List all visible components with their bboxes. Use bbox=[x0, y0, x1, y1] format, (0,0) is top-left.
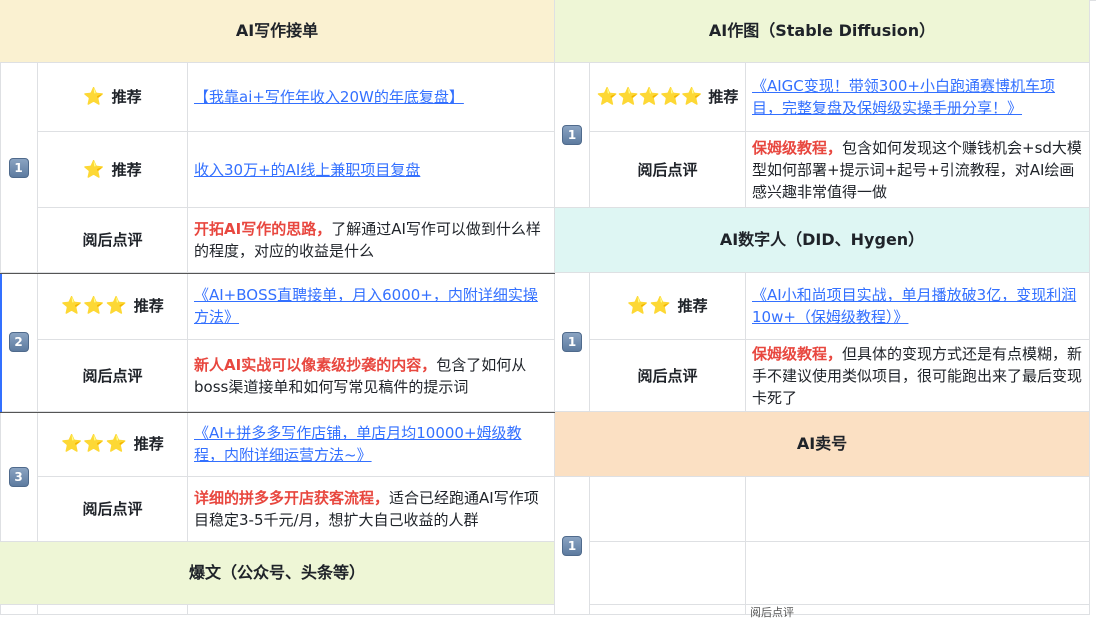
star-rating-icon: ⭐⭐⭐⭐⭐ bbox=[596, 87, 703, 107]
section-title: 爆文（公众号、头条等） bbox=[188, 563, 365, 582]
group-index-cell[interactable]: 3 bbox=[0, 412, 38, 542]
article-cell[interactable]: 《AIGC变现！带领300+小白跑通赛博机车项目，完整复盘及保姆级实操手册分享！… bbox=[746, 63, 1090, 132]
recommend-label: 推荐 bbox=[677, 297, 708, 315]
review-highlight: 开拓AI写作的思路， bbox=[194, 220, 332, 238]
group-index-cell[interactable]: 1 bbox=[0, 63, 38, 273]
empty-cell[interactable] bbox=[746, 605, 1090, 615]
recommend-cell[interactable]: ⭐ 推荐 bbox=[38, 63, 188, 132]
article-link[interactable]: 收入30万+的AI线上兼职项目复盘 bbox=[194, 159, 420, 181]
review-text: 保姆级教程，包含如何发现这个赚钱机会+sd大模型如何部署+提示词+起号+引流教程… bbox=[752, 137, 1083, 203]
review-label-cell[interactable]: 阅后点评 bbox=[590, 340, 746, 412]
section-title: AI数字人（DID、Hygen） bbox=[719, 230, 925, 249]
review-text: 新人AI实战可以像素级抄袭的内容，包含了如何从boss渠道接单和如何写常见稿件的… bbox=[194, 354, 548, 398]
recommend-cell[interactable]: ⭐⭐ 推荐 bbox=[590, 273, 746, 340]
group-separator-line bbox=[0, 273, 555, 274]
review-cell[interactable]: 详细的拼多多开店获客流程，适合已经跑通AI写作项目稳定3-5千元/月，想扩大自己… bbox=[188, 477, 555, 542]
group-separator-line bbox=[0, 412, 555, 413]
number-1-badge-icon: 1 bbox=[8, 157, 29, 178]
review-cell[interactable]: 开拓AI写作的思路，了解通过AI写作可以做到什么样的程度，对应的收益是什么 bbox=[188, 208, 555, 273]
number-2-badge-icon: 2 bbox=[8, 332, 29, 352]
group-index-cell[interactable]: 2 bbox=[0, 273, 38, 412]
recommend-cell[interactable]: ⭐⭐⭐ 推荐 bbox=[38, 412, 188, 477]
recommend-label: 推荐 bbox=[133, 435, 164, 453]
review-label-cell[interactable]: 阅后点评 bbox=[38, 477, 188, 542]
review-label: 阅后点评 bbox=[82, 500, 143, 518]
number-3-badge-icon: 3 bbox=[8, 466, 29, 487]
empty-cell[interactable] bbox=[0, 605, 38, 615]
star-rating-icon: ⭐ bbox=[83, 87, 106, 107]
recommend-cell[interactable]: ⭐ 推荐 bbox=[38, 132, 188, 208]
selection-indicator bbox=[0, 273, 2, 412]
article-cell[interactable]: 《AI+BOSS直聘接单，月入6000+，内附详细实操方法》 bbox=[188, 273, 555, 340]
spreadsheet: AI写作接单 1 ⭐ 推荐 【我靠ai+写作年收入20W的年底复盘】 ⭐ 推荐 … bbox=[0, 0, 1096, 619]
section-header-digital-human[interactable]: AI数字人（DID、Hygen） bbox=[555, 208, 1090, 273]
review-label: 阅后点评 bbox=[637, 366, 698, 385]
article-cell[interactable]: 《AI小和尚项目实战，单月播放破3亿，变现利润10w+（保姆级教程）》 bbox=[746, 273, 1090, 340]
review-label-cell[interactable]: 阅后点评 bbox=[590, 132, 746, 208]
review-text: 保姆级教程，但具体的变现方式还是有点模糊，新手不建议使用类似项目，很可能跑出来了… bbox=[752, 343, 1083, 409]
empty-cell[interactable] bbox=[188, 605, 555, 615]
empty-cell[interactable] bbox=[590, 477, 746, 542]
group-index-cell[interactable]: 1 bbox=[555, 477, 590, 615]
section-header-viral-articles[interactable]: 爆文（公众号、头条等） bbox=[0, 542, 555, 605]
review-cell[interactable]: 保姆级教程，但具体的变现方式还是有点模糊，新手不建议使用类似项目，很可能跑出来了… bbox=[746, 340, 1090, 412]
article-link[interactable]: 《AI+拼多多写作店铺，单店月均10000+姆级教程，内附详细运营方法~》 bbox=[194, 422, 548, 466]
review-text: 详细的拼多多开店获客流程，适合已经跑通AI写作项目稳定3-5千元/月，想扩大自己… bbox=[194, 487, 548, 531]
clipped-review-label: 阅后点评 bbox=[750, 606, 794, 619]
article-link[interactable]: 【我靠ai+写作年收入20W的年底复盘】 bbox=[194, 86, 464, 108]
section-title: AI卖号 bbox=[796, 434, 848, 453]
number-1-badge-icon: 1 bbox=[562, 332, 582, 352]
section-header-ai-drawing[interactable]: AI作图（Stable Diffusion） bbox=[555, 0, 1090, 63]
review-label: 阅后点评 bbox=[637, 160, 698, 179]
article-link[interactable]: 《AI+BOSS直聘接单，月入6000+，内附详细实操方法》 bbox=[194, 284, 548, 328]
article-cell[interactable]: 收入30万+的AI线上兼职项目复盘 bbox=[188, 132, 555, 208]
group-index-cell[interactable]: 1 bbox=[555, 63, 590, 208]
review-highlight: 保姆级教程， bbox=[752, 138, 843, 157]
star-rating-icon: ⭐⭐ bbox=[627, 296, 672, 316]
article-cell[interactable]: 【我靠ai+写作年收入20W的年底复盘】 bbox=[188, 63, 555, 132]
article-cell[interactable]: 《AI+拼多多写作店铺，单店月均10000+姆级教程，内附详细运营方法~》 bbox=[188, 412, 555, 477]
empty-cell[interactable] bbox=[746, 477, 1090, 542]
review-highlight: 详细的拼多多开店获客流程， bbox=[194, 489, 390, 507]
review-cell[interactable]: 新人AI实战可以像素级抄袭的内容，包含了如何从boss渠道接单和如何写常见稿件的… bbox=[188, 340, 555, 412]
recommend-cell[interactable]: ⭐⭐⭐⭐⭐ 推荐 bbox=[590, 63, 746, 132]
empty-cell[interactable] bbox=[746, 542, 1090, 605]
recommend-label: 推荐 bbox=[708, 88, 739, 106]
section-title: AI写作接单 bbox=[235, 21, 319, 40]
recommend-label: 推荐 bbox=[133, 297, 164, 315]
article-link[interactable]: 《AIGC变现！带领300+小白跑通赛博机车项目，完整复盘及保姆级实操手册分享！… bbox=[752, 75, 1083, 119]
review-label-cell[interactable]: 阅后点评 bbox=[38, 340, 188, 412]
recommend-label: 推荐 bbox=[111, 160, 142, 179]
section-header-ai-account-sales[interactable]: AI卖号 bbox=[555, 412, 1090, 477]
star-rating-icon: ⭐⭐⭐ bbox=[61, 296, 128, 316]
review-label: 阅后点评 bbox=[82, 231, 143, 249]
star-rating-icon: ⭐⭐⭐ bbox=[61, 434, 128, 454]
review-text: 开拓AI写作的思路，了解通过AI写作可以做到什么样的程度，对应的收益是什么 bbox=[194, 218, 548, 262]
recommend-cell[interactable]: ⭐⭐⭐ 推荐 bbox=[38, 273, 188, 340]
section-title: AI作图（Stable Diffusion） bbox=[708, 21, 936, 40]
number-1-badge-icon: 1 bbox=[562, 535, 582, 556]
recommend-label: 推荐 bbox=[111, 88, 142, 106]
empty-cell[interactable] bbox=[590, 542, 746, 605]
section-header-ai-writing[interactable]: AI写作接单 bbox=[0, 0, 555, 63]
review-label: 阅后点评 bbox=[82, 366, 143, 385]
number-1-badge-icon: 1 bbox=[562, 125, 582, 145]
review-label-cell[interactable]: 阅后点评 bbox=[38, 208, 188, 273]
group-index-cell[interactable]: 1 bbox=[555, 273, 590, 412]
article-link[interactable]: 《AI小和尚项目实战，单月播放破3亿，变现利润10w+（保姆级教程）》 bbox=[752, 284, 1083, 328]
review-cell[interactable]: 保姆级教程，包含如何发现这个赚钱机会+sd大模型如何部署+提示词+起号+引流教程… bbox=[746, 132, 1090, 208]
review-highlight: 新人AI实战可以像素级抄袭的内容， bbox=[194, 355, 437, 374]
empty-cell[interactable] bbox=[590, 605, 746, 615]
star-rating-icon: ⭐ bbox=[83, 159, 106, 180]
review-highlight: 保姆级教程， bbox=[752, 344, 843, 363]
empty-cell[interactable] bbox=[38, 605, 188, 615]
